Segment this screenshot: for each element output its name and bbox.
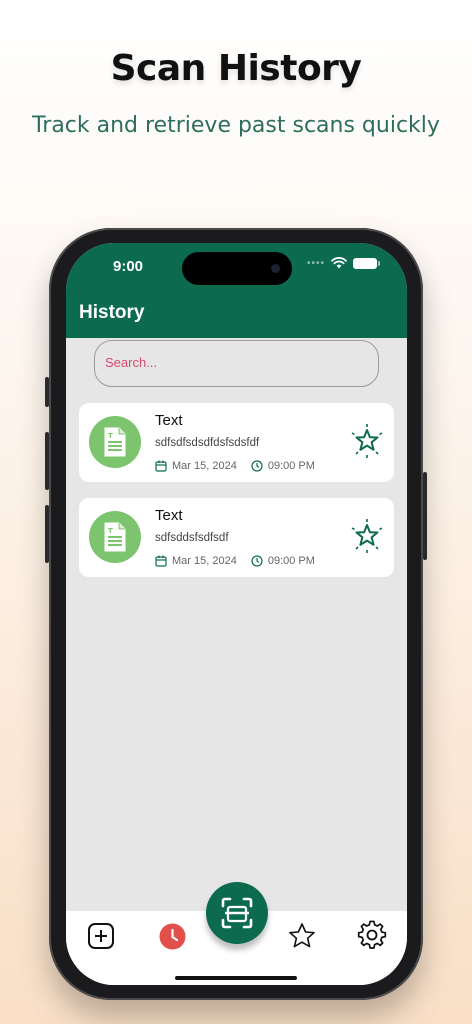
nav-history-button[interactable] [158,922,186,950]
nav-create-button[interactable] [86,921,116,951]
power-button [423,472,427,560]
favorite-star-icon[interactable] [350,424,384,458]
home-indicator [175,976,297,980]
clock-icon [159,923,185,949]
item-date: Mar 15, 2024 [155,460,237,472]
dynamic-island [182,252,292,285]
wifi-icon [331,257,347,269]
item-title: Text [155,412,183,429]
item-meta: Mar 15, 2024 09:00 PM [155,555,315,567]
item-content: sdfsdfsdsdfdsfsdsfdf [155,437,260,449]
volume-down-button [45,505,49,563]
clock-icon [251,555,263,567]
favorite-star-icon[interactable] [350,519,384,553]
star-icon [289,923,315,948]
history-item[interactable]: T Text sdfsddsfsdfsdf Mar 15, 2024 09:00… [79,498,394,577]
plus-square-icon [88,923,114,949]
document-icon: T [89,511,141,563]
calendar-icon [155,460,167,472]
gear-icon [357,920,387,949]
promo-subtitle: Track and retrieve past scans quickly [32,113,440,138]
app-header: 9:00 •••• History [66,243,407,338]
svg-text:T: T [108,527,113,535]
calendar-icon [155,555,167,567]
item-date: Mar 15, 2024 [155,555,237,567]
item-title: Text [155,507,183,524]
date-text: Mar 15, 2024 [172,460,237,472]
date-text: Mar 15, 2024 [172,555,237,567]
time-text: 09:00 PM [267,460,315,472]
search-input[interactable]: Search... [94,340,379,387]
scan-icon [221,897,253,929]
nav-settings-button[interactable] [356,919,388,951]
item-time: 09:00 PM [251,555,315,567]
page-title: History [79,302,145,323]
svg-text:T: T [108,432,113,440]
time-text: 09:00 PM [267,555,315,567]
item-content: sdfsddsfsdfsdf [155,532,229,544]
status-icons: •••• [306,257,380,269]
scan-button[interactable] [206,882,268,944]
item-meta: Mar 15, 2024 09:00 PM [155,460,315,472]
status-time: 9:00 [113,258,144,275]
app-screen: 9:00 •••• History Search... T Text sdfsd… [66,243,407,985]
volume-up-button [45,432,49,490]
item-time: 09:00 PM [251,460,315,472]
battery-icon [353,257,380,269]
document-icon: T [89,416,141,468]
camera-dot [271,264,280,273]
clock-icon [251,460,263,472]
signal-icon: •••• [306,257,325,269]
nav-favorites-button[interactable] [286,920,318,952]
action-button [45,377,49,407]
history-item[interactable]: T Text sdfsdfsdsdfdsfsdsfdf Mar 15, 2024… [79,403,394,482]
promo-title: Scan History [110,48,362,89]
